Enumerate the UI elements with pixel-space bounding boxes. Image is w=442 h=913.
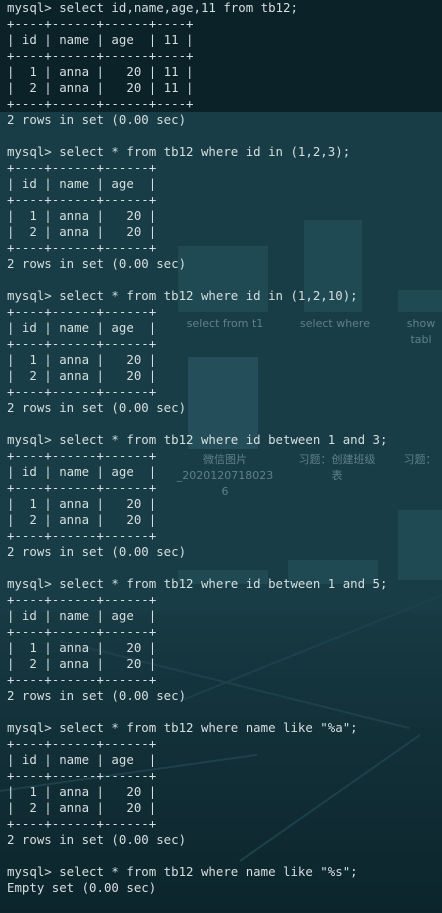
terminal-output-line: | id | name | age | [7,320,157,335]
terminal-output-line: +----+------+------+ [7,736,157,751]
terminal-output-line: +----+------+------+ [7,384,157,399]
terminal-command-line: mysql> select * from tb12 where name lik… [7,864,358,879]
terminal-output-line: | 2 | anna | 20 | [7,800,157,815]
terminal-output-line: +----+------+------+ [7,592,157,607]
terminal-output-line: +----+------+------+ [7,816,157,831]
terminal-output-line: +----+------+------+ [7,528,157,543]
terminal-output-line: 2 rows in set (0.00 sec) [7,832,187,847]
terminal-output-line: +----+------+------+ [7,160,157,175]
terminal-output-line: | id | name | age | [7,608,157,623]
terminal-output-line: +----+------+------+ [7,672,157,687]
terminal-output-line: +----+------+------+ [7,240,157,255]
terminal-output-line: +----+------+------+ [7,624,157,639]
terminal-command-line: mysql> select * from tb12 where id in (1… [7,288,358,303]
terminal-output-line: +----+------+------+ [7,448,157,463]
terminal-output-line: 2 rows in set (0.00 sec) [7,688,187,703]
terminal-output-line: | 1 | anna | 20 | [7,784,157,799]
terminal-output-line: | id | name | age | [7,752,157,767]
terminal-output-line: | 1 | anna | 20 | [7,496,157,511]
terminal-output-line: | 2 | anna | 20 | [7,368,157,383]
terminal-output-line: | 2 | anna | 20 | [7,656,157,671]
terminal-command-line: mysql> select * from tb12 where id betwe… [7,576,388,591]
terminal-command-line: mysql> select id,name,age,11 from tb12; [7,0,298,15]
terminal-output-line: | 1 | anna | 20 | [7,640,157,655]
terminal-output-line: | id | name | age | [7,464,157,479]
terminal-output-line: | 2 | anna | 20 | [7,512,157,527]
terminal-output-line: 2 rows in set (0.00 sec) [7,544,187,559]
terminal-output-line: | 1 | anna | 20 | [7,352,157,367]
terminal-output-line: | id | name | age | 11 | [7,32,194,47]
terminal-output-line: +----+------+------+----+ [7,96,194,111]
terminal-output-line: +----+------+------+----+ [7,48,194,63]
terminal-output-line: +----+------+------+ [7,480,157,495]
terminal-output-line: +----+------+------+ [7,336,157,351]
terminal-command-line: mysql> select * from tb12 where id betwe… [7,432,388,447]
terminal-output-line: 2 rows in set (0.00 sec) [7,400,187,415]
terminal-output-line: +----+------+------+----+ [7,16,194,31]
terminal-output-line: +----+------+------+ [7,192,157,207]
terminal-output-line: | 1 | anna | 20 | 11 | [7,64,194,79]
terminal-command-line: mysql> select * from tb12 where id in (1… [7,144,351,159]
terminal-output-line: 2 rows in set (0.00 sec) [7,112,187,127]
terminal-output-line: | 2 | anna | 20 | [7,224,157,239]
terminal-output-line: +----+------+------+ [7,768,157,783]
mysql-terminal-output[interactable]: mysql> select id,name,age,11 from tb12; +… [0,0,442,913]
terminal-output-line: 2 rows in set (0.00 sec) [7,256,187,271]
terminal-output-line: | id | name | age | [7,176,157,191]
terminal-output-line: +----+------+------+ [7,304,157,319]
terminal-output-line: | 2 | anna | 20 | 11 | [7,80,194,95]
terminal-output-line: | 1 | anna | 20 | [7,208,157,223]
terminal-command-line: mysql> select * from tb12 where name lik… [7,720,358,735]
terminal-output-line: Empty set (0.00 sec) [7,880,157,895]
